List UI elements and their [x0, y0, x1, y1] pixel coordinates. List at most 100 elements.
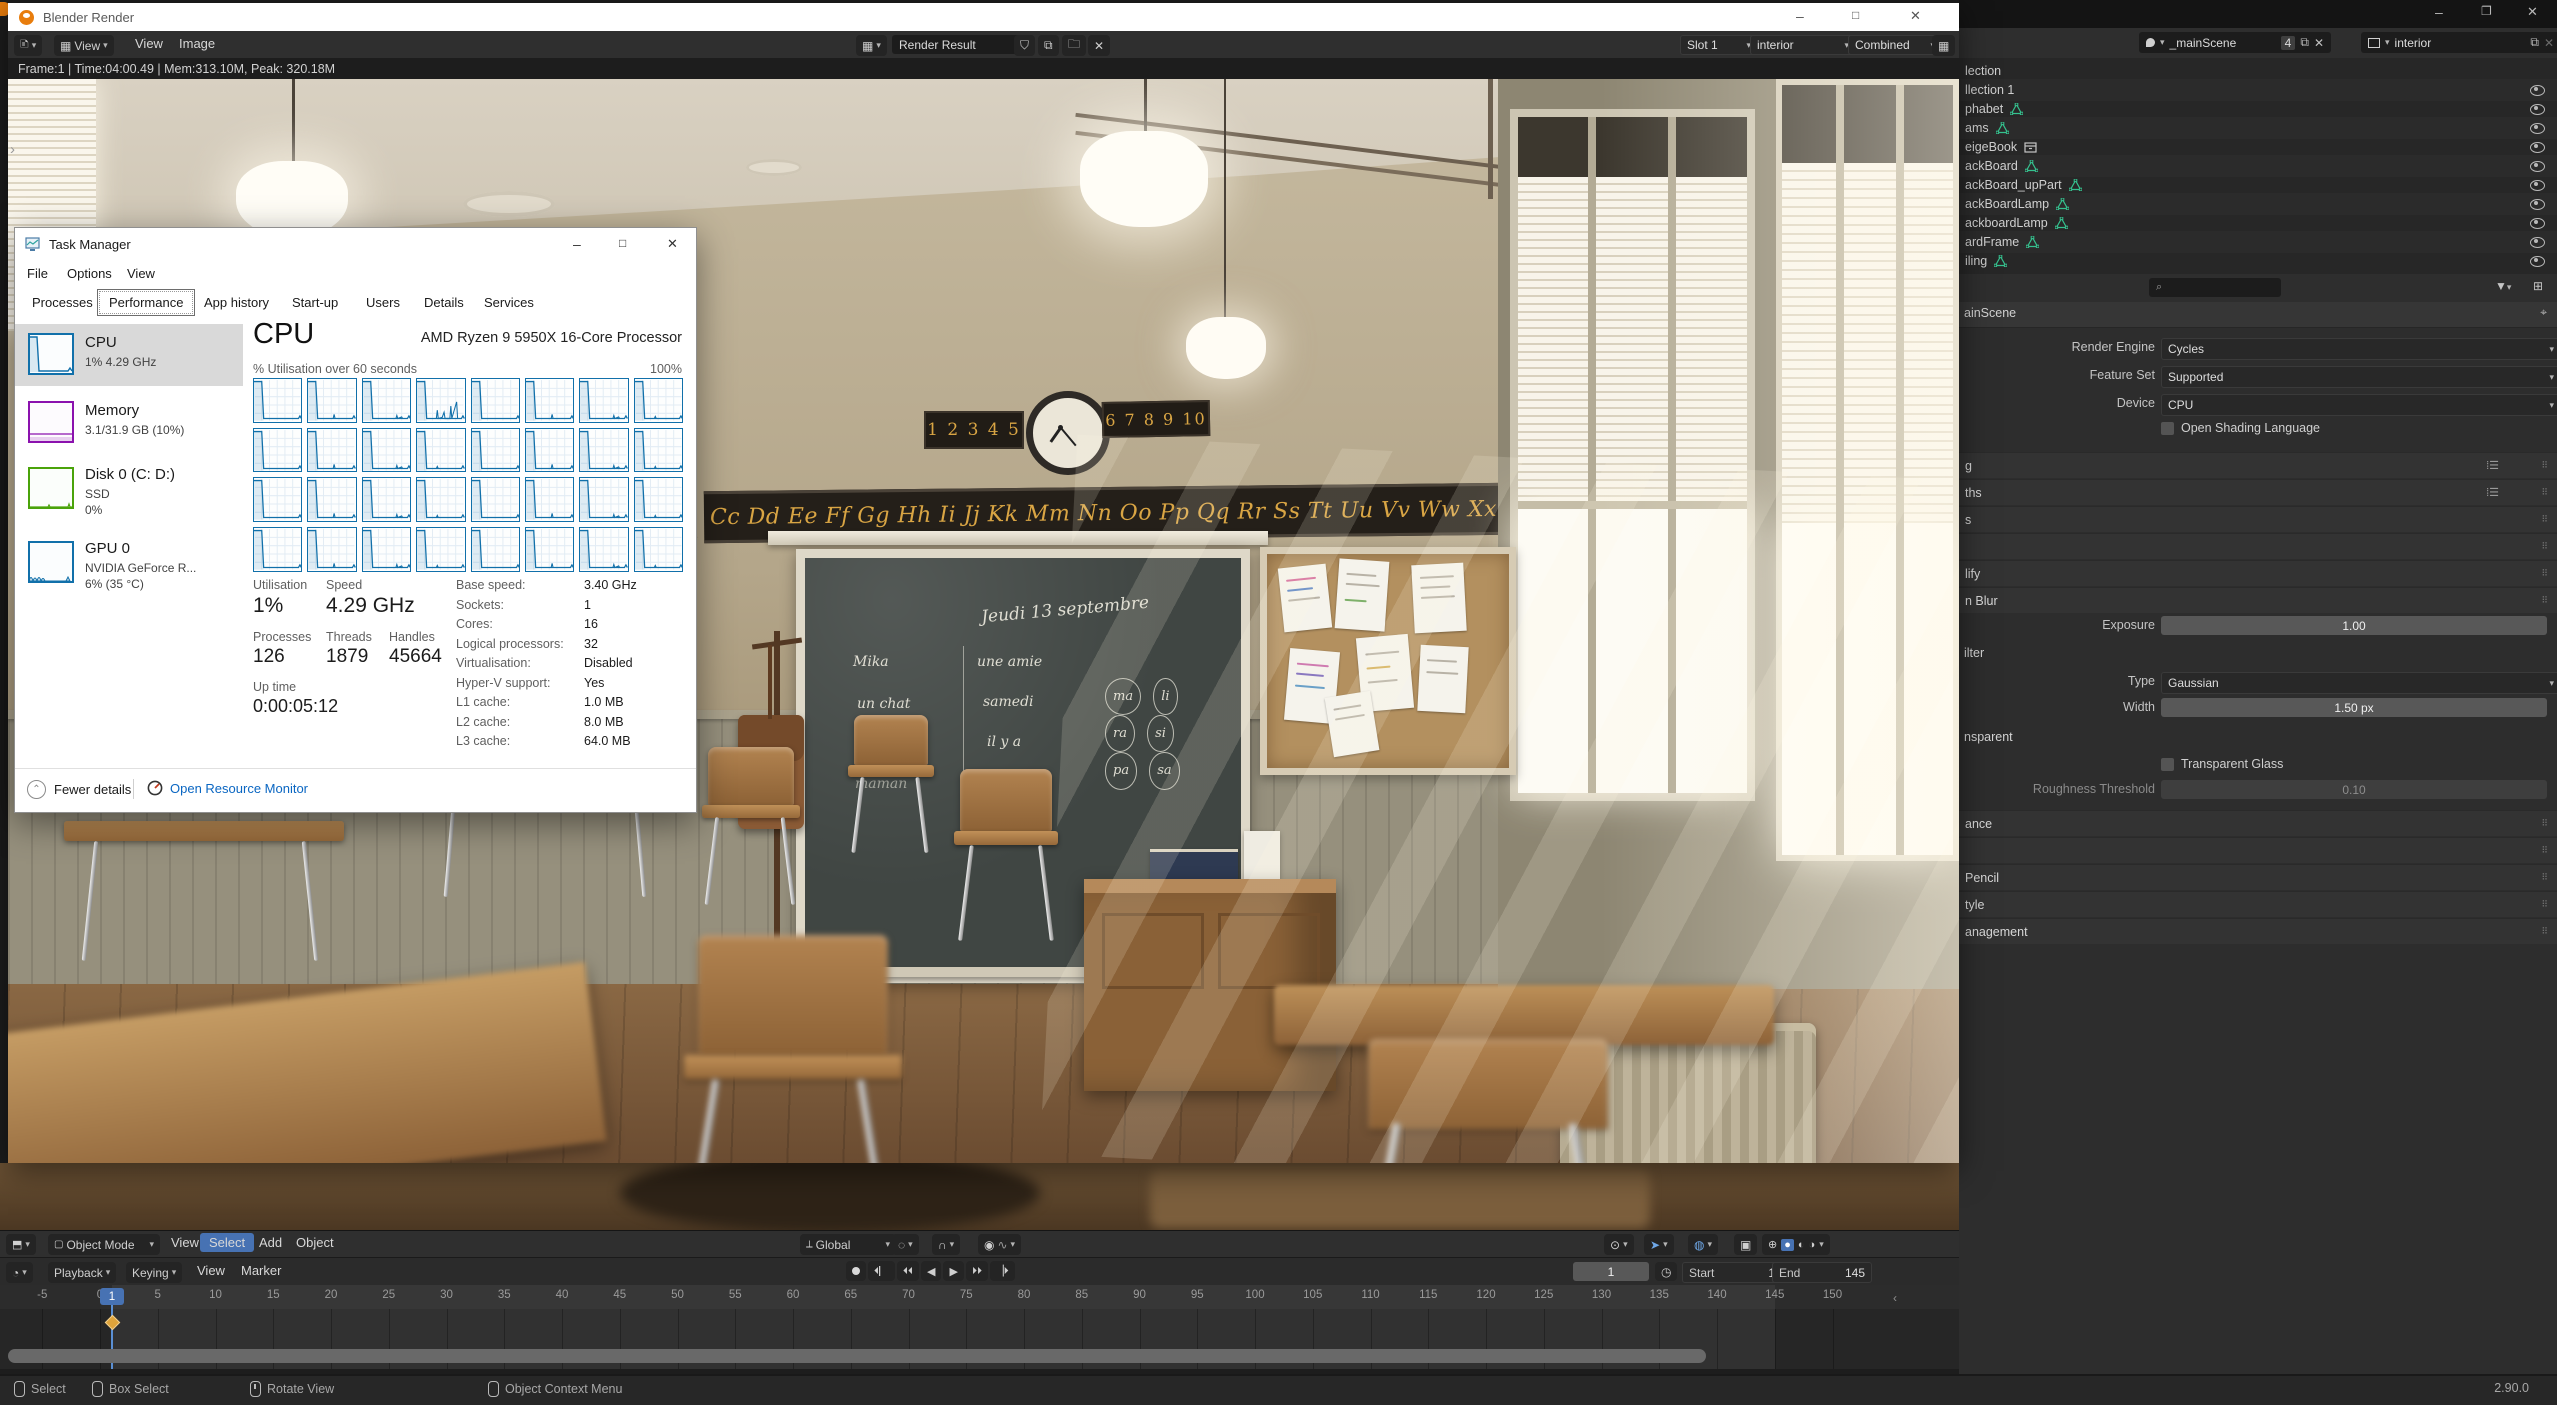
render-engine-select[interactable]: Cycles▾ [2161, 338, 2557, 360]
section-volumes[interactable]: s⠿ [1959, 506, 2557, 532]
drag-handle-icon[interactable]: ⠿ [2541, 487, 2549, 498]
section-sampling[interactable]: g⁞☰⠿ [1959, 452, 2557, 478]
transparent-glass-checkbox[interactable] [2161, 758, 2174, 771]
close-icon[interactable]: ✕ [667, 236, 678, 252]
current-frame-field[interactable]: 1 [1573, 1262, 1649, 1281]
tab-details[interactable]: Details [413, 290, 475, 315]
playhead-badge[interactable]: 1 [100, 1288, 124, 1305]
play-reverse-button[interactable]: ◀ [921, 1261, 941, 1281]
render-titlebar[interactable]: Blender Render – □ ✕ [8, 3, 1959, 31]
tab-processes[interactable]: Processes [21, 290, 104, 315]
section-grease-pencil[interactable]: Pencil⠿ [1959, 864, 2557, 890]
unlink-icon[interactable]: ✕ [2314, 36, 2324, 50]
section-performance[interactable]: ance⠿ [1959, 810, 2557, 836]
open-resource-monitor-link[interactable]: Open Resource Monitor [147, 780, 308, 796]
jump-to-start-button[interactable]: ⏴▏ [868, 1261, 895, 1281]
drag-handle-icon[interactable]: ⠿ [2541, 514, 2549, 525]
overlays-dropdown[interactable]: ◍▾ [1688, 1234, 1718, 1255]
gizmo-dropdown[interactable]: ➤▾ [1644, 1234, 1674, 1255]
eye-icon[interactable] [2530, 85, 2545, 96]
device-select[interactable]: CPU▾ [2161, 394, 2557, 416]
pass-select[interactable]: Combined▾ [1848, 35, 1942, 55]
record-button[interactable] [846, 1261, 866, 1281]
close-icon[interactable]: ✕ [1910, 8, 1921, 24]
menu-marker[interactable]: Marker [232, 1259, 290, 1282]
jump-to-end-button[interactable]: ▕⏵ [990, 1261, 1015, 1281]
minimize-icon[interactable]: – [573, 236, 581, 252]
menu-view[interactable]: View [188, 1259, 234, 1282]
menu-image[interactable]: Image [170, 32, 224, 55]
minimize-icon[interactable]: – [2435, 4, 2443, 20]
solid-shading-icon[interactable]: ● [1781, 1239, 1794, 1251]
rendered-shading-icon[interactable]: ◑ [1809, 1239, 1816, 1251]
list-icon[interactable]: ⁞☰ [2486, 486, 2499, 499]
section-color-management[interactable]: anagement⠿ [1959, 918, 2557, 944]
timeline-ruler[interactable]: -505101520253035404550556065707580859095… [0, 1285, 1959, 1309]
osl-checkbox[interactable] [2161, 422, 2174, 435]
maximize-icon[interactable]: □ [619, 236, 626, 250]
sidebar-item-memory[interactable]: Memory 3.1/31.9 GB (10%) [15, 392, 243, 454]
mode-select[interactable]: ▢Object Mode▾ [48, 1234, 160, 1255]
eye-icon[interactable] [2530, 199, 2545, 210]
timeline-scrollbar[interactable] [8, 1349, 1706, 1363]
editor-type-button[interactable]: ⬒▾ [6, 1234, 36, 1255]
outliner-item[interactable]: iling [1959, 250, 2557, 272]
wireframe-shading-icon[interactable]: ⊕ [1768, 1238, 1777, 1251]
snap-toggle[interactable]: ∩▾ [932, 1234, 960, 1255]
menu-options[interactable]: Options [67, 266, 112, 281]
exposure-slider[interactable]: 1.00 [2161, 616, 2547, 635]
drag-handle-icon[interactable]: ⠿ [2541, 845, 2549, 856]
pivot-select[interactable]: ◌▾ [892, 1234, 919, 1255]
menu-add[interactable]: Add [250, 1231, 291, 1254]
fake-user-button[interactable]: ⛉ [1014, 35, 1035, 56]
tab-services[interactable]: Services [473, 290, 545, 315]
section-light-paths[interactable]: ths⁞☰⠿ [1959, 479, 2557, 505]
tm-titlebar[interactable]: Task Manager – □ ✕ [15, 228, 696, 261]
menu-file[interactable]: File [27, 266, 48, 281]
viewlayer-selector[interactable]: ▾ interior ⧉ ✕ [2361, 32, 2557, 53]
menu-view[interactable]: View [126, 32, 172, 55]
open-image-button[interactable]: 🗀 [1062, 35, 1086, 56]
tab-users[interactable]: Users [355, 290, 411, 315]
menu-view[interactable]: View [127, 266, 155, 281]
list-icon[interactable]: ⁞☰ [2486, 459, 2499, 472]
next-keyframe-button[interactable]: ⏵⏵ [966, 1261, 988, 1281]
sidebar-item-gpu[interactable]: GPU 0 NVIDIA GeForce R... 6% (35 °C) [15, 532, 243, 602]
unlink-image-button[interactable]: ✕ [1088, 35, 1110, 56]
maximize-icon[interactable]: □ [1852, 8, 1859, 22]
shading-mode-group[interactable]: ⊕ ● ◐ ◑ ▾ [1762, 1234, 1830, 1255]
xray-toggle[interactable]: ▣ [1734, 1234, 1757, 1255]
minimize-icon[interactable]: – [1796, 8, 1804, 24]
editor-type-button[interactable]: 🗈▾ [14, 35, 42, 56]
fewer-details-button[interactable]: ⌃ Fewer details [27, 780, 131, 799]
new-image-button[interactable]: ⧉ [1038, 35, 1059, 56]
orientation-select[interactable]: ⟂Global▾ [800, 1234, 896, 1255]
slot-select[interactable]: Slot 1▾ [1680, 35, 1758, 55]
tab-startup[interactable]: Start-up [281, 290, 349, 315]
playback-menu[interactable]: Playback▾ [48, 1262, 116, 1283]
end-frame-field[interactable]: End145 [1772, 1262, 1872, 1283]
section-freestyle[interactable]: tyle⠿ [1959, 891, 2557, 917]
eye-icon[interactable] [2530, 123, 2545, 134]
eye-icon[interactable] [2530, 104, 2545, 115]
filter-funnel-icon[interactable]: ▼▾ [2495, 279, 2511, 293]
drag-handle-icon[interactable]: ⠿ [2541, 568, 2549, 579]
pin-icon[interactable]: ⌖ [2540, 305, 2547, 320]
section-motion-blur[interactable]: n Blur⠿ [1959, 587, 2557, 613]
filter-type-select[interactable]: Gaussian▾ [2161, 672, 2557, 694]
eye-icon[interactable] [2530, 237, 2545, 248]
menu-select[interactable]: Select [200, 1233, 254, 1252]
search-input[interactable]: ⌕ [2149, 278, 2281, 297]
image-pin-dropdown[interactable]: ▦ [1932, 35, 1955, 56]
copy-icon[interactable]: ⧉ [2300, 35, 2309, 50]
proportional-edit-toggle[interactable]: ◉∿▾ [978, 1234, 1021, 1255]
eye-icon[interactable] [2530, 142, 2545, 153]
sidebar-item-cpu[interactable]: CPU 1% 4.29 GHz [15, 324, 243, 386]
drag-handle-icon[interactable]: ⠿ [2541, 899, 2549, 910]
drag-handle-icon[interactable]: ⠿ [2541, 926, 2549, 937]
copy-icon[interactable]: ⧉ [2530, 35, 2539, 50]
keying-menu[interactable]: Keying▾ [126, 1262, 182, 1283]
scene-users-badge[interactable]: 4 [2281, 36, 2296, 50]
prev-keyframe-button[interactable]: ⏴⏴ [897, 1261, 919, 1281]
editor-type-button[interactable]: ◔▾ [6, 1262, 33, 1283]
